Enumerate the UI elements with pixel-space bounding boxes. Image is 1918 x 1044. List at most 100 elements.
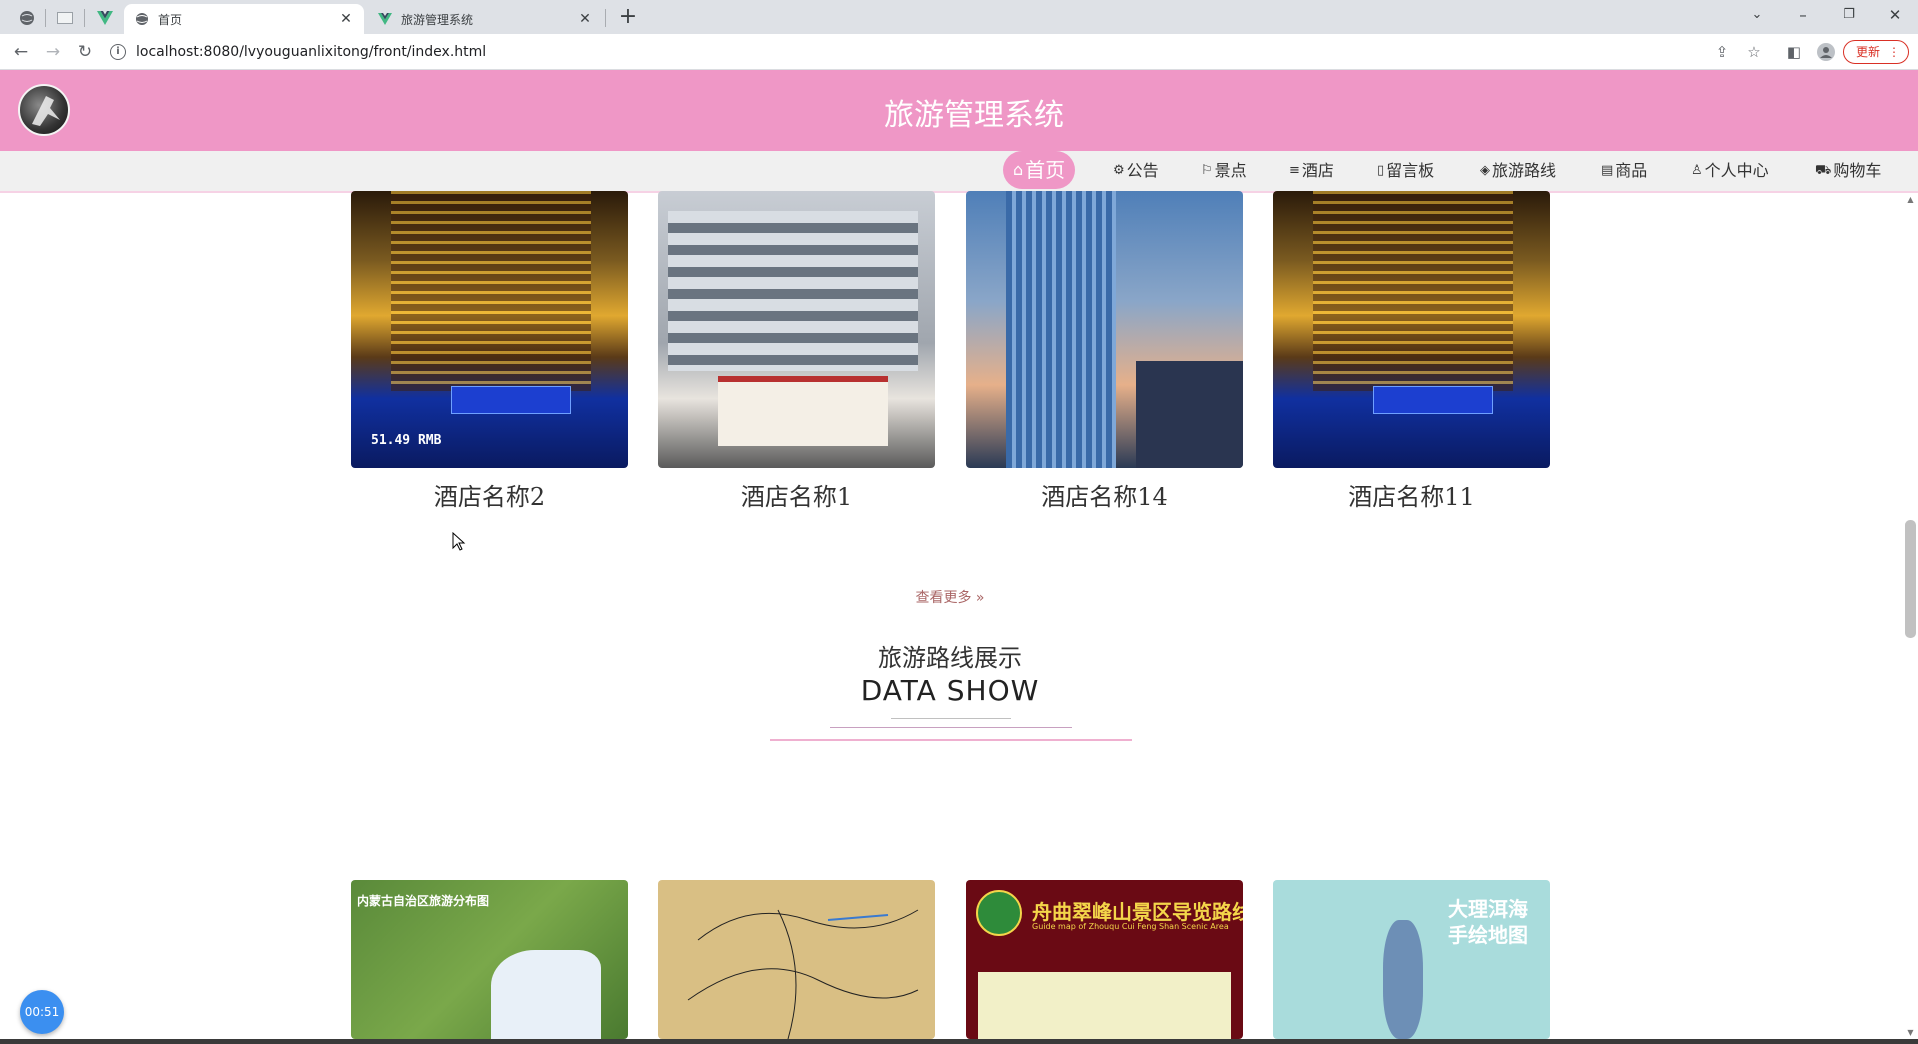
lake-shape xyxy=(1383,920,1423,1039)
nav-label: 首页 xyxy=(1025,158,1066,182)
pinned-tab-globe[interactable] xyxy=(12,6,42,30)
tab-system[interactable]: 旅游管理系统 ✕ xyxy=(367,4,603,34)
map-region xyxy=(491,950,601,1039)
browser-tab-strip: 首页 ✕ 旅游管理系统 ✕ + ⌄ – ❐ ✕ xyxy=(0,0,1918,34)
tab-search-icon[interactable]: ⌄ xyxy=(1734,0,1780,30)
update-button[interactable]: 更新 ⋮ xyxy=(1843,40,1909,64)
side-panel-icon[interactable]: ◧ xyxy=(1781,39,1807,65)
close-tab-icon[interactable]: ✕ xyxy=(577,11,593,27)
reload-button[interactable]: ↻ xyxy=(72,39,98,65)
nav-label: 旅游路线 xyxy=(1492,161,1557,180)
scroll-up-arrow[interactable]: ▲ xyxy=(1905,195,1916,204)
hotel-name[interactable]: 酒店名称1 xyxy=(658,477,935,512)
scrollbar-thumb[interactable] xyxy=(1905,520,1916,638)
minimize-button[interactable]: – xyxy=(1780,0,1826,30)
main-nav: ⌂ 首页 ⚙ 公告 ⚐ 景点 ≡ 酒店 ▯ 留言板 ◈ 旅游路线 ▤ 商品 ♙ … xyxy=(0,151,1918,193)
route-card-caption: 内蒙古自治区旅游分布图 xyxy=(357,894,490,908)
nav-hotels[interactable]: ≡ 酒店 xyxy=(1289,151,1334,191)
home-icon: ⌂ xyxy=(1013,160,1024,179)
close-tab-icon[interactable]: ✕ xyxy=(338,11,354,27)
tab-separator xyxy=(84,9,85,27)
route-card-image[interactable]: 内蒙古自治区旅游分布图 xyxy=(351,880,628,1039)
book-icon: ▯ xyxy=(1377,163,1385,178)
more-menu-icon: ⋮ xyxy=(1888,45,1900,59)
nav-home[interactable]: ⌂ 首页 xyxy=(1003,151,1076,189)
nav-label: 个人中心 xyxy=(1704,161,1769,180)
forward-button[interactable]: → xyxy=(40,39,66,65)
sliders-icon: ≡ xyxy=(1289,163,1300,178)
nav-attractions[interactable]: ⚐ 景点 xyxy=(1201,151,1247,191)
globe-icon xyxy=(20,11,34,25)
route-card-image[interactable]: 舟曲翠峰山景区导览路线图 Guide map of Zhouqu Cui Fen… xyxy=(966,880,1243,1039)
pinned-tab-vue[interactable] xyxy=(90,6,120,30)
hotel-photo xyxy=(1006,191,1116,468)
routes-section-subtitle: DATA SHOW xyxy=(860,674,1040,707)
hotel-card-image[interactable]: 51.49 RMB xyxy=(351,191,628,468)
site-info-icon[interactable]: i xyxy=(110,44,126,60)
route-emblem xyxy=(976,890,1022,936)
nav-announcement[interactable]: ⚙ 公告 xyxy=(1113,151,1159,191)
nav-cart[interactable]: ⛟ 购物车 xyxy=(1815,151,1881,191)
hotel-photo xyxy=(1313,191,1513,391)
hotel-name[interactable]: 酒店名称11 xyxy=(1273,477,1550,512)
vue-logo-icon xyxy=(97,11,113,25)
tab-home[interactable]: 首页 ✕ xyxy=(124,4,364,34)
back-button[interactable]: ← xyxy=(8,39,34,65)
nav-personal-center[interactable]: ♙ 个人中心 xyxy=(1691,151,1769,191)
view-more-link[interactable]: 查看更多 » xyxy=(0,587,1900,607)
layers-icon: ◈ xyxy=(1480,163,1490,178)
nav-label: 购物车 xyxy=(1833,161,1882,180)
nav-label: 商品 xyxy=(1615,161,1648,180)
title-divider xyxy=(770,739,1132,741)
url-text: localhost:8080/lvyouguanlixitong/front/i… xyxy=(136,44,487,60)
restore-button[interactable]: ❐ xyxy=(1826,0,1872,30)
nav-label: 留言板 xyxy=(1386,161,1435,180)
pinned-tab-blank[interactable] xyxy=(50,6,80,30)
tab-separator xyxy=(605,9,606,27)
url-field[interactable]: i localhost:8080/lvyouguanlixitong/front… xyxy=(110,38,1730,66)
profile-icon[interactable] xyxy=(1813,39,1839,65)
route-card-caption: 舟曲翠峰山景区导览路线图 xyxy=(1032,900,1243,924)
document-icon: ▤ xyxy=(1601,163,1614,178)
nav-message-board[interactable]: ▯ 留言板 xyxy=(1377,151,1434,191)
hotel-sign xyxy=(451,386,571,414)
site-header: 旅游管理系统 xyxy=(0,70,1918,151)
hotel-name[interactable]: 酒店名称14 xyxy=(966,477,1243,512)
routes-section-title: 旅游路线展示 xyxy=(878,644,1022,672)
city-skyline xyxy=(1136,361,1243,468)
blank-page-icon xyxy=(57,12,73,24)
vue-logo-icon xyxy=(377,11,393,27)
nav-travel-routes[interactable]: ◈ 旅游路线 xyxy=(1480,151,1556,191)
hotel-card-image[interactable] xyxy=(1273,191,1550,468)
route-map-graphic xyxy=(687,909,919,1039)
nav-products[interactable]: ▤ 商品 xyxy=(1601,151,1647,191)
route-card-image[interactable] xyxy=(658,880,935,1039)
bottom-edge xyxy=(0,1039,1918,1044)
bookmark-star-icon[interactable]: ☆ xyxy=(1741,39,1767,65)
route-card-image[interactable]: 大理洱海手绘地图 xyxy=(1273,880,1550,1039)
close-window-button[interactable]: ✕ xyxy=(1872,0,1918,30)
nav-label: 公告 xyxy=(1126,161,1159,180)
update-label: 更新 xyxy=(1856,45,1881,59)
nav-label: 景点 xyxy=(1214,161,1247,180)
cart-icon: ⛟ xyxy=(1815,163,1832,178)
mouse-cursor-icon xyxy=(452,532,466,551)
share-icon[interactable]: ⇪ xyxy=(1709,39,1735,65)
address-bar: ← → ↻ i localhost:8080/lvyouguanlixitong… xyxy=(0,34,1918,70)
title-divider xyxy=(891,718,1011,719)
hotel-card-image[interactable] xyxy=(658,191,935,468)
flag-icon: ⚐ xyxy=(1201,163,1213,178)
hotel-name[interactable]: 酒店名称2 xyxy=(351,477,628,512)
site-title: 旅游管理系统 xyxy=(884,98,1064,133)
hotel-entrance xyxy=(718,376,888,446)
new-tab-button[interactable]: + xyxy=(614,4,642,32)
hotel-photo xyxy=(668,211,918,371)
user-icon: ♙ xyxy=(1691,163,1703,178)
nav-label: 酒店 xyxy=(1301,161,1334,180)
recording-timer[interactable]: 00:51 xyxy=(20,990,64,1034)
route-card-caption: 大理洱海手绘地图 xyxy=(1448,897,1528,947)
hotel-card-image[interactable] xyxy=(966,191,1243,468)
scroll-down-arrow[interactable]: ▼ xyxy=(1905,1028,1916,1037)
tab-title: 首页 xyxy=(158,12,183,27)
hotel-sign xyxy=(1373,386,1493,414)
